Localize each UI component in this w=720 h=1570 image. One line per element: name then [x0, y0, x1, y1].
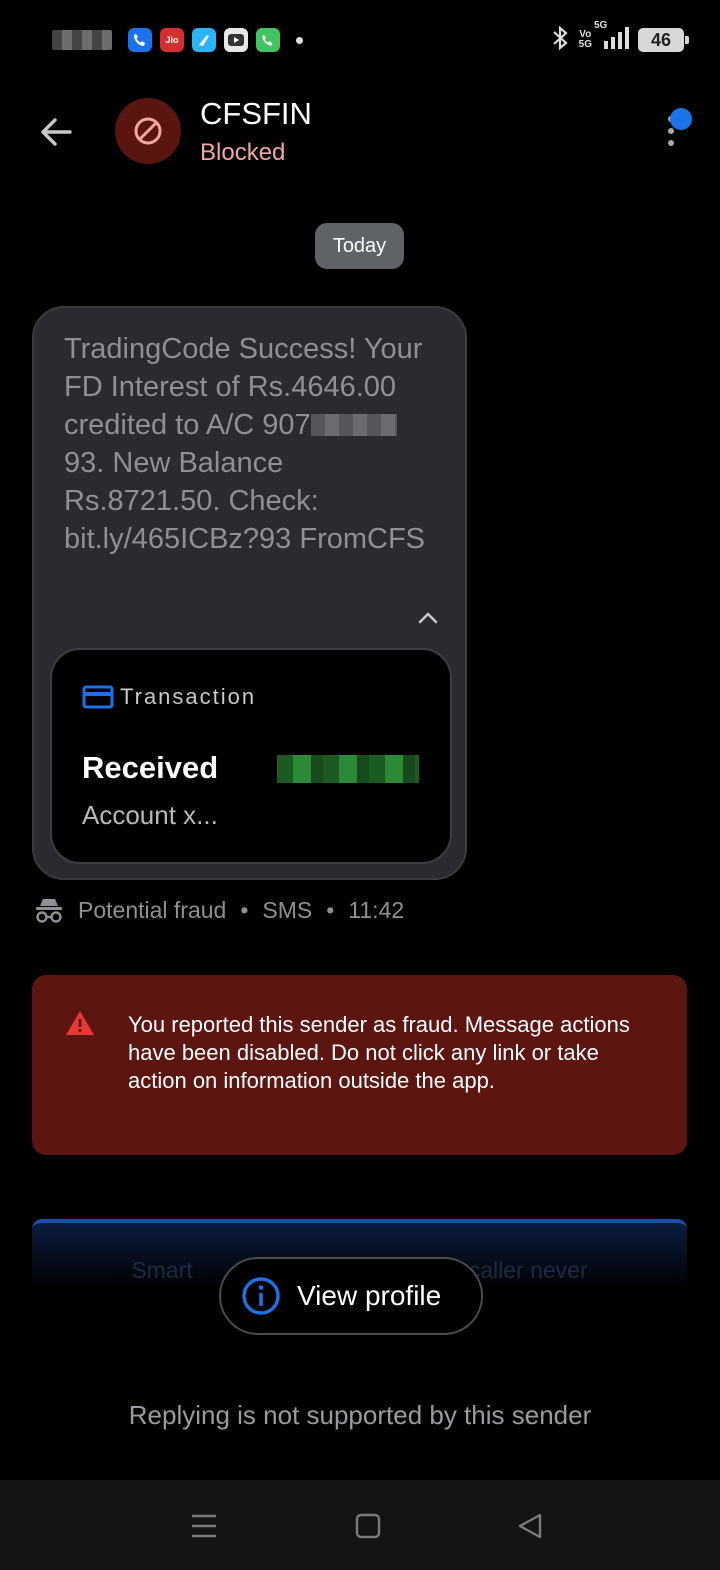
collapse-button[interactable] — [410, 600, 446, 636]
back-button[interactable] — [32, 108, 80, 156]
contact-name[interactable]: CFSFIN — [200, 96, 312, 132]
phone-app-icon — [128, 28, 152, 52]
youtube-app-icon — [224, 28, 248, 52]
chevron-up-icon — [418, 612, 438, 624]
back-nav-button[interactable] — [506, 1502, 554, 1550]
separator: • — [240, 896, 249, 923]
credit-card-icon — [82, 685, 114, 709]
whatsapp-call-icon — [256, 28, 280, 52]
view-profile-label: View profile — [297, 1280, 442, 1311]
spy-icon — [36, 899, 62, 923]
message-text-part2: 93. New Balance Rs.8721.50. Check: bit.l… — [64, 447, 426, 555]
more-notifications-dot — [296, 37, 303, 44]
recents-button[interactable] — [180, 1502, 228, 1550]
date-divider: Today — [315, 223, 404, 269]
separator: • — [326, 896, 335, 923]
transaction-type: Received — [82, 750, 219, 785]
notification-badge — [670, 108, 692, 130]
message-bubble[interactable]: TradingCode Success! Your FD Interest of… — [32, 306, 467, 880]
status-bar: Jio Vo 5G 5G 46 — [0, 0, 720, 80]
message-text: TradingCode Success! Your FD Interest of… — [64, 330, 434, 558]
message-meta: Potential fraud • SMS • 11:42 — [34, 896, 404, 924]
arrow-left-icon — [41, 118, 72, 146]
triangle-back-icon — [518, 1513, 542, 1539]
warning-icon — [66, 1011, 94, 1035]
redacted-account — [310, 414, 397, 436]
jio-app-icon: Jio — [160, 28, 184, 52]
fraud-warning-banner: You reported this sender as fraud. Messa… — [32, 975, 687, 1155]
transaction-card[interactable]: Transaction Received Account x... — [50, 648, 452, 864]
transaction-account: Account x... — [82, 800, 218, 830]
home-button[interactable] — [344, 1502, 392, 1550]
carrier-blurred — [52, 30, 112, 50]
status-icons: Vo 5G 5G 46 — [549, 20, 689, 56]
blocked-status: Blocked — [200, 139, 286, 166]
transaction-header: Transaction — [82, 684, 256, 710]
channel-label: SMS — [262, 896, 313, 923]
square-icon — [355, 1513, 381, 1539]
battery-indicator: 46 — [638, 28, 689, 52]
cleaner-app-icon — [192, 28, 216, 52]
signal-icon: 5G — [594, 20, 630, 56]
reply-disabled-note: Replying is not supported by this sender — [128, 1400, 592, 1430]
view-profile-button[interactable]: View profile — [219, 1257, 483, 1335]
volte-icon: Vo 5G — [578, 29, 592, 50]
message-time: 11:42 — [348, 896, 405, 923]
fraud-tag: Potential fraud — [78, 896, 227, 923]
transaction-label: Transaction — [120, 684, 257, 709]
kebab-dot — [668, 128, 674, 134]
fraud-warning-text: You reported this sender as fraud. Messa… — [128, 1012, 630, 1093]
system-nav-bar — [0, 1480, 720, 1570]
menu-icon — [192, 1514, 216, 1538]
kebab-dot — [668, 140, 674, 146]
more-options-button[interactable] — [656, 108, 696, 156]
bluetooth-icon — [549, 25, 571, 56]
avatar[interactable] — [115, 98, 181, 164]
blocked-icon — [134, 117, 162, 145]
info-icon — [242, 1277, 280, 1315]
redacted-amount — [277, 755, 419, 783]
